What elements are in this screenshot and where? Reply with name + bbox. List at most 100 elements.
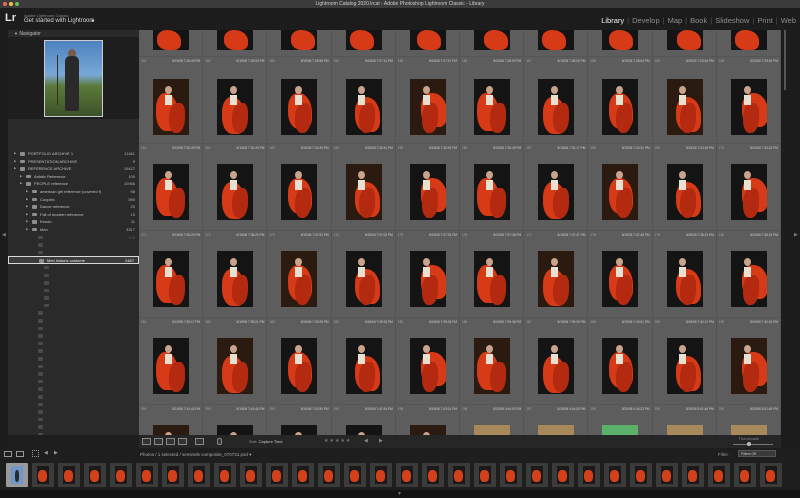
photo-cell[interactable]: 164 8/19/06 7:30:41 PM bbox=[331, 143, 396, 230]
photo-cell[interactable]: 195 8/19/06 7:43:01 PM bbox=[395, 404, 460, 435]
compare-view-icon[interactable] bbox=[166, 438, 175, 445]
filmstrip-thumbnail[interactable] bbox=[630, 463, 652, 487]
filmstrip-thumbnail[interactable] bbox=[136, 463, 158, 487]
navigator-preview[interactable] bbox=[8, 37, 139, 119]
photo-thumbnail[interactable] bbox=[217, 164, 254, 220]
photo-thumbnail[interactable] bbox=[281, 338, 318, 394]
photo-cell[interactable]: 155 8/19/06 7:27:47 PM bbox=[395, 56, 460, 143]
source-path[interactable]: Photos / 1 selected / seminole composite… bbox=[140, 452, 251, 458]
photo-cell[interactable]: 152 8/19/06 7:26:53 PM bbox=[203, 56, 268, 143]
photo-cell[interactable]: 162 8/19/06 7:30:49 PM bbox=[203, 143, 268, 230]
photo-cell[interactable]: 158 8/19/06 7:28:04 PM bbox=[588, 56, 653, 143]
photo-cell[interactable] bbox=[652, 30, 717, 56]
folder-row[interactable] bbox=[8, 249, 139, 257]
photo-cell[interactable]: 182 8/19/06 7:39:21 PM bbox=[203, 317, 268, 404]
photo-cell[interactable]: 184 8/19/06 7:39:33 PM bbox=[331, 317, 396, 404]
sort-control[interactable]: Sort: Capture Time bbox=[249, 439, 283, 444]
photo-cell[interactable]: 166 8/19/06 7:30:49 PM bbox=[460, 143, 525, 230]
survey-view-icon[interactable] bbox=[178, 438, 187, 445]
arrow-left-icon[interactable]: ◀ bbox=[364, 438, 368, 444]
photo-cell[interactable]: 171 8/19/06 7:35:20 PM bbox=[139, 230, 204, 317]
module-map[interactable]: Map bbox=[666, 16, 685, 25]
photo-thumbnail[interactable] bbox=[474, 251, 510, 307]
photo-cell[interactable]: 153 8/19/06 7:26:58 PM bbox=[267, 56, 332, 143]
photo-cell[interactable]: 197 8/20/06 4:44:00 PM bbox=[524, 404, 589, 435]
grid-scrollbar[interactable] bbox=[784, 30, 786, 90]
filmstrip-thumbnail[interactable] bbox=[396, 463, 418, 487]
rating-stars[interactable]: ★★★★★ bbox=[324, 438, 351, 444]
folder-row[interactable] bbox=[8, 416, 139, 424]
photo-thumbnail[interactable] bbox=[538, 425, 575, 435]
disclosure-triangle-icon[interactable]: ▶ bbox=[14, 150, 16, 158]
filmstrip[interactable] bbox=[0, 460, 800, 490]
photo-thumbnail[interactable] bbox=[153, 338, 189, 394]
people-view-icon[interactable] bbox=[195, 438, 204, 445]
play-icon[interactable]: ▶ bbox=[379, 438, 383, 444]
photo-cell[interactable]: 180 8/19/06 7:38:23 PM bbox=[716, 230, 781, 317]
folder-row[interactable]: ▶ Kendo 11 bbox=[8, 218, 139, 226]
photo-thumbnail[interactable] bbox=[281, 251, 318, 307]
arrow-left-icon[interactable]: ◀ bbox=[44, 450, 48, 456]
filter-select[interactable]: Filters Off bbox=[738, 450, 776, 457]
photo-thumbnail[interactable] bbox=[345, 79, 382, 135]
photo-cell[interactable]: 177 8/19/06 7:37:47 PM bbox=[524, 230, 589, 317]
photo-thumbnail[interactable] bbox=[602, 338, 639, 394]
photo-cell[interactable] bbox=[460, 30, 525, 56]
photo-thumbnail[interactable] bbox=[409, 251, 446, 307]
photo-thumbnail[interactable] bbox=[666, 425, 703, 435]
left-panel-edge[interactable] bbox=[0, 30, 8, 448]
photo-thumbnail[interactable] bbox=[538, 79, 575, 135]
folder-row[interactable] bbox=[8, 332, 139, 340]
filmstrip-thumbnail[interactable] bbox=[500, 463, 522, 487]
photo-thumbnail[interactable] bbox=[409, 164, 446, 220]
module-slideshow[interactable]: Slideshow bbox=[713, 16, 751, 25]
module-print[interactable]: Print bbox=[755, 16, 774, 25]
triangle-right-icon[interactable]: ▶ bbox=[794, 232, 798, 238]
module-develop[interactable]: Develop bbox=[630, 16, 662, 25]
filmstrip-thumbnail[interactable] bbox=[760, 463, 782, 487]
module-web[interactable]: Web bbox=[779, 16, 798, 25]
filmstrip-thumbnail[interactable] bbox=[240, 463, 262, 487]
photo-thumbnail[interactable] bbox=[602, 30, 639, 50]
filmstrip-thumbnail[interactable] bbox=[604, 463, 626, 487]
filmstrip-thumbnail[interactable] bbox=[188, 463, 210, 487]
photo-thumbnail[interactable] bbox=[666, 338, 703, 394]
folder-row[interactable] bbox=[8, 309, 139, 317]
photo-thumbnail[interactable] bbox=[345, 338, 382, 394]
navigator-image[interactable] bbox=[44, 40, 103, 117]
photo-thumbnail[interactable] bbox=[153, 425, 189, 435]
filmstrip-thumbnail[interactable] bbox=[682, 463, 704, 487]
photo-cell[interactable]: 181 8/19/06 7:39:17 PM bbox=[139, 317, 204, 404]
photo-cell[interactable]: 194 8/19/06 7:41:54 PM bbox=[331, 404, 396, 435]
filmstrip-thumbnail[interactable] bbox=[526, 463, 548, 487]
folder-row[interactable] bbox=[8, 264, 139, 272]
photo-thumbnail[interactable] bbox=[153, 251, 189, 307]
photo-cell[interactable]: 161 8/19/06 7:30:49 PM bbox=[139, 143, 204, 230]
page-one-icon[interactable] bbox=[4, 451, 12, 457]
folder-row[interactable] bbox=[8, 363, 139, 371]
photo-thumbnail[interactable] bbox=[281, 164, 318, 220]
folder-row[interactable] bbox=[8, 370, 139, 378]
photo-thumbnail[interactable] bbox=[474, 164, 510, 220]
filmstrip-thumbnail[interactable] bbox=[474, 463, 496, 487]
photo-thumbnail[interactable] bbox=[409, 79, 446, 135]
disclosure-triangle-icon[interactable]: ▶ bbox=[14, 165, 16, 173]
photo-thumbnail[interactable] bbox=[474, 338, 510, 394]
photo-thumbnail[interactable] bbox=[538, 251, 575, 307]
photo-cell[interactable]: 196 8/20/06 4:44:00 PM bbox=[460, 404, 525, 435]
photo-thumbnail[interactable] bbox=[666, 30, 703, 50]
filmstrip-thumbnail[interactable] bbox=[344, 463, 366, 487]
photo-thumbnail[interactable] bbox=[474, 30, 510, 50]
filmstrip-thumbnail[interactable] bbox=[84, 463, 106, 487]
photo-thumbnail[interactable] bbox=[409, 338, 446, 394]
filmstrip-thumbnail[interactable] bbox=[110, 463, 132, 487]
folder-row[interactable]: ▶ PEOPLE reference 10956 bbox=[8, 180, 139, 188]
disclosure-triangle-icon[interactable]: ▶ bbox=[26, 211, 28, 219]
photo-cell[interactable] bbox=[139, 30, 204, 56]
disclosure-triangle-icon[interactable]: ▶ bbox=[26, 226, 28, 234]
photo-thumbnail[interactable] bbox=[217, 30, 254, 50]
photo-thumbnail[interactable] bbox=[281, 425, 318, 435]
photo-thumbnail[interactable] bbox=[538, 164, 575, 220]
photo-cell[interactable]: 167 8/19/06 7:31:17 PM bbox=[524, 143, 589, 230]
folder-row[interactable] bbox=[8, 272, 139, 280]
